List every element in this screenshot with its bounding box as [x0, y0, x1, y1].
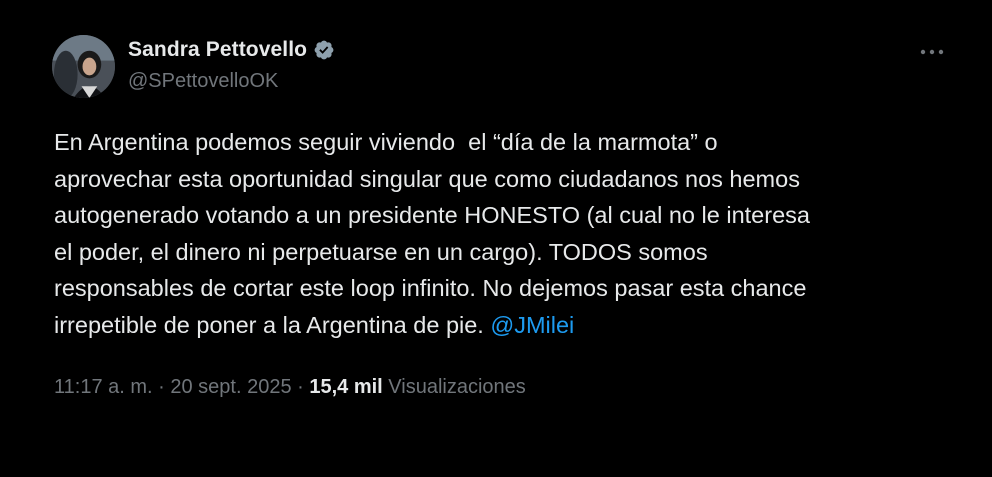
tweet-meta: 11:17 a. m. · 20 sept. 2025 · 15,4 mil V… — [54, 376, 526, 399]
author-name[interactable]: Sandra Pettovello — [128, 38, 307, 62]
separator-dot: · — [152, 376, 171, 398]
author-handle[interactable]: @SPettovelloOK — [128, 70, 278, 93]
mention-link[interactable]: @JMilei — [490, 312, 574, 338]
tweet-line: aprovechar esta oportunidad singular que… — [54, 165, 800, 192]
separator-dot: · — [291, 376, 310, 398]
author-name-row: Sandra Pettovello — [128, 38, 335, 62]
tweet-date[interactable]: 20 sept. 2025 — [170, 376, 291, 398]
more-options-icon[interactable] — [916, 40, 948, 64]
tweet-line: el poder, el dinero ni perpetuarse en un… — [54, 238, 708, 265]
tweet-card: Sandra Pettovello @SPettovelloOK En Arge… — [0, 0, 992, 477]
tweet-time[interactable]: 11:17 a. m. — [54, 376, 153, 398]
verified-badge-icon — [313, 39, 335, 61]
tweet-line: irrepetible de poner a la Argentina de p… — [54, 311, 491, 338]
avatar[interactable] — [52, 35, 115, 98]
tweet-line: autogenerado votando a un presidente HON… — [54, 202, 810, 228]
tweet-text: En Argentina podemos seguir viviendo el … — [54, 124, 954, 343]
tweet-line: responsables de cortar este loop infinit… — [54, 275, 807, 301]
tweet-line: En Argentina podemos seguir viviendo el … — [54, 129, 718, 155]
views-count: 15,4 mil — [309, 376, 383, 398]
views-label: Visualizaciones — [382, 376, 526, 398]
avatar-image — [52, 35, 115, 98]
